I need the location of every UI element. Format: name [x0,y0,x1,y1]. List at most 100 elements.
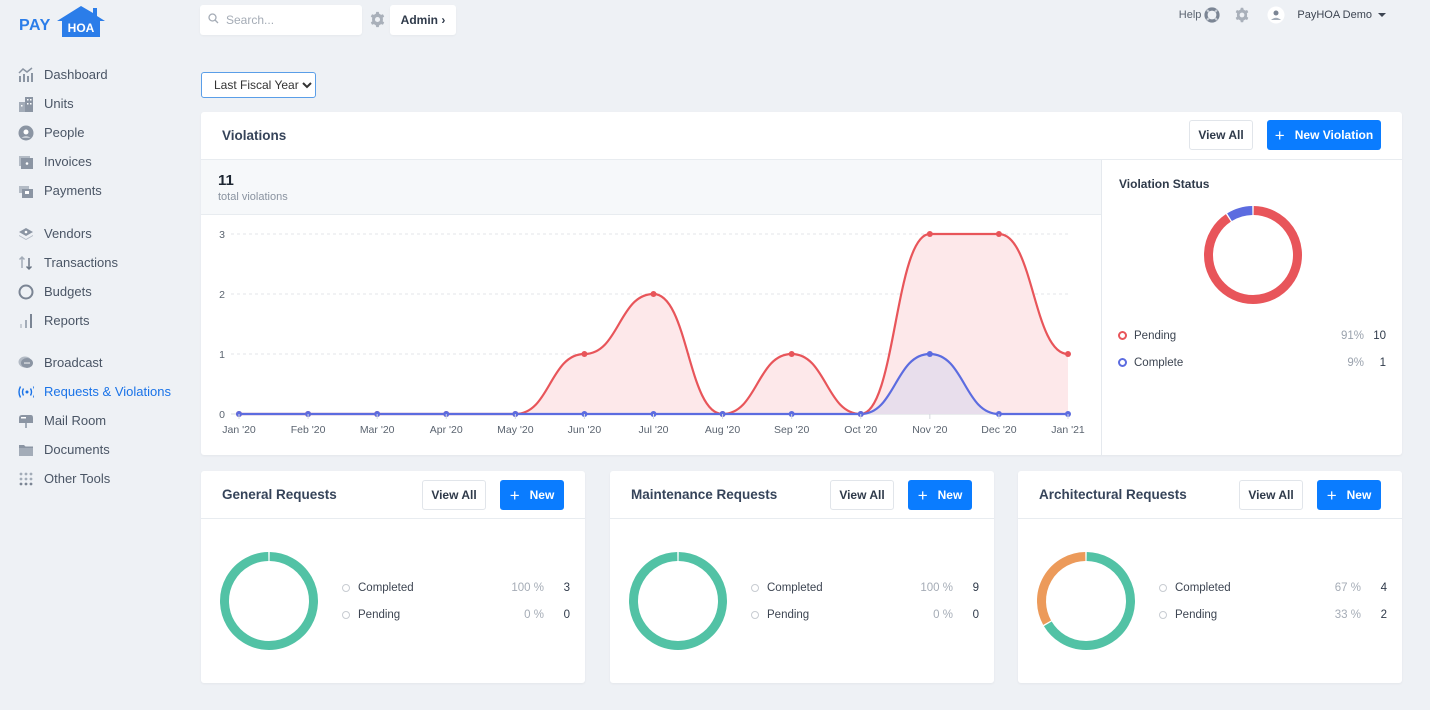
legend-dot-icon [751,610,759,619]
card-title: Architectural Requests [1039,487,1187,502]
x-tick-label: Oct '20 [844,424,877,436]
donut-segment-pending[interactable] [1204,206,1302,304]
sidebar-item-other-tools[interactable]: Other Tools [0,464,190,493]
legend-percent: 9% [1347,356,1364,369]
sidebar-item-label: Transactions [44,255,118,270]
sidebar-item-payments[interactable]: Payments [0,176,190,205]
legend-dot-icon [1159,583,1167,592]
help-lifebuoy-icon[interactable] [1204,7,1221,23]
violations-summary: 11 total violations [201,160,1101,215]
sidebar-item-transactions[interactable]: Transactions [0,248,190,277]
divider [1101,160,1102,455]
legend-percent: 67 % [1334,581,1361,594]
period-select[interactable]: Last Fiscal Year [201,72,316,98]
data-point-pending[interactable] [995,231,1002,237]
sidebar-item-label: Broadcast [44,355,103,370]
violations-card: Violations View All + New Violation 11 t… [201,112,1402,455]
sidebar-item-label: Dashboard [44,67,108,82]
help-link[interactable]: Help [1179,9,1202,21]
legend-label: Completed [358,581,414,594]
legend-row-completed: Completed 67 % 4 [1159,574,1387,601]
data-point-pending[interactable] [1065,351,1071,357]
circle-icon [18,284,34,300]
sidebar-item-label: Requests & Violations [44,384,171,399]
sidebar-item-budgets[interactable]: Budgets [0,277,190,306]
legend-percent: 100 % [511,581,544,594]
x-tick-label: Jan '21 [1051,424,1085,436]
grid-dots-icon [18,471,34,487]
sidebar-nav: Dashboard Units People Invoices Payments… [0,60,190,493]
sidebar-item-broadcast[interactable]: Broadcast [0,348,190,377]
violations-chart: 0 1 2 3 Jan '20 Feb '20 Mar '20 Apr '20 May '20 J… [201,216,1101,455]
user-menu[interactable]: PayHOA Demo [1297,9,1386,21]
data-point-pending[interactable] [581,351,588,357]
sidebar-item-documents[interactable]: Documents [0,435,190,464]
view-all-button[interactable]: View All [830,480,894,510]
sidebar-item-dashboard[interactable]: Dashboard [0,60,190,89]
sidebar-item-reports[interactable]: Reports [0,306,190,335]
logo-pay-text: PAY [19,17,51,34]
donut-segment-completed[interactable] [629,552,727,650]
sidebar-item-requests-violations[interactable]: Requests & Violations [0,377,190,406]
violations-title: Violations [222,128,287,143]
legend-percent: 33 % [1334,608,1361,621]
legend-label: Pending [1175,608,1218,621]
settings-gear-icon[interactable] [1234,7,1250,23]
donut-segment-completed[interactable] [220,552,318,650]
user-avatar-icon[interactable] [1267,6,1285,24]
search-icon [208,11,219,29]
x-tick-label: May '20 [497,424,534,436]
donut-segment-complete[interactable] [1227,206,1253,222]
new-request-button[interactable]: + New [500,480,564,510]
request-legend: Completed 100 % 3 Pending 0 % 0 [342,574,570,628]
payhoa-logo[interactable]: PAY HOA [19,4,107,38]
new-request-button[interactable]: + New [1317,480,1381,510]
x-tick-label: Nov '20 [912,424,947,436]
legend-dot-icon [342,610,350,619]
legend-count: 0 [972,608,979,621]
plus-icon: + [1326,485,1337,505]
legend-percent: 91% [1340,329,1364,342]
sidebar-item-label: Units [44,96,74,111]
x-tick-label: Jun '20 [568,424,602,436]
search-box[interactable] [200,5,362,35]
settings-gear-icon[interactable] [369,11,386,33]
sidebar-item-units[interactable]: Units [0,89,190,118]
sidebar-item-vendors[interactable]: Vendors [0,219,190,248]
plus-icon: + [1274,125,1285,145]
legend-row-pending: Pending 0 % 0 [342,601,570,628]
legend-count: 2 [1380,608,1387,621]
legend-label: Pending [1134,329,1177,342]
data-point-complete[interactable] [926,351,933,357]
data-point-pending[interactable] [650,291,657,297]
total-violations-count: 11 [218,172,234,189]
legend-count: 1 [1379,356,1386,369]
violations-view-all-button[interactable]: View All [1189,120,1253,150]
data-point-pending[interactable] [788,351,795,357]
data-point-pending[interactable] [926,231,933,237]
view-all-button[interactable]: View All [422,480,486,510]
legend-count: 0 [563,608,570,621]
complete-dot-icon [1118,358,1127,367]
pending-dot-icon [1118,331,1127,340]
legend-count: 4 [1380,581,1387,594]
new-violation-label: New Violation [1294,128,1374,142]
sidebar-item-invoices[interactable]: Invoices [0,147,190,176]
legend-row-complete: Complete 9% 1 [1118,349,1386,376]
sidebar-item-label: Reports [44,313,90,328]
sidebar-item-mail-room[interactable]: Mail Room [0,406,190,435]
donut-segment-pending[interactable] [1037,552,1086,625]
legend-row-completed: Completed 100 % 9 [751,574,979,601]
new-label: New [937,488,963,502]
dashboard-icon [18,66,34,83]
new-request-button[interactable]: + New [908,480,972,510]
view-all-button[interactable]: View All [1239,480,1303,510]
sidebar-item-label: Mail Room [44,413,107,428]
card-header: General Requests View All + New [201,471,585,519]
new-violation-button[interactable]: + New Violation [1267,120,1381,150]
admin-button[interactable]: Admin › [390,5,456,35]
sidebar-item-label: Documents [44,442,110,457]
sidebar-item-people[interactable]: People [0,118,190,147]
y-tick-label: 0 [219,409,225,421]
search-input[interactable] [226,13,346,27]
